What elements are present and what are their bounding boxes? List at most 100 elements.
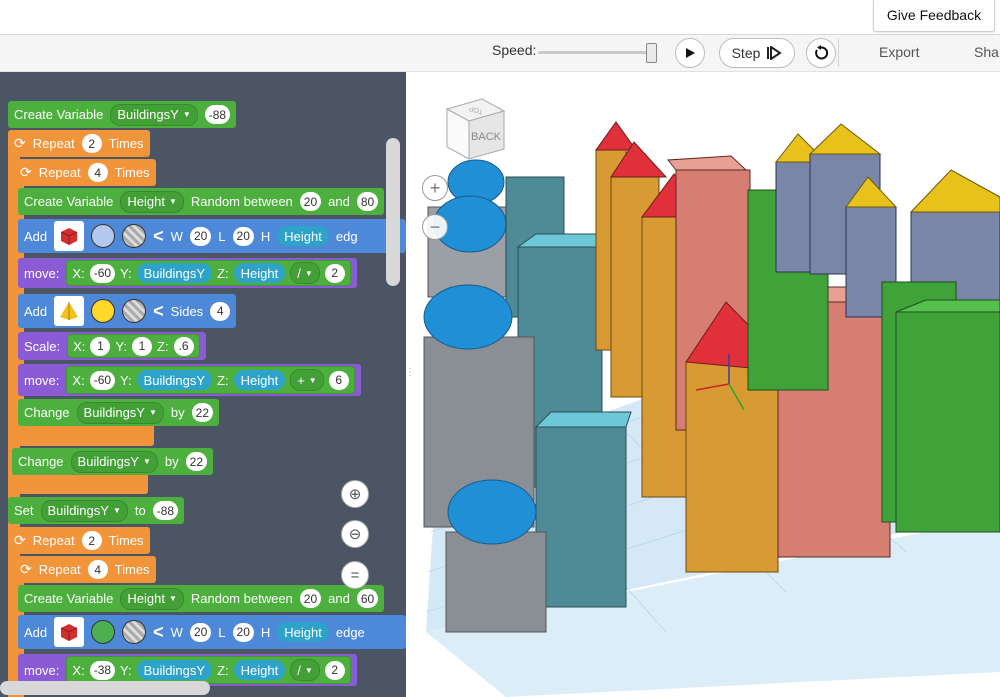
step-button[interactable]: Step [719, 38, 795, 68]
min-input[interactable]: 20 [299, 192, 322, 211]
axis-label: Z: [217, 372, 229, 388]
add-shape-block[interactable]: Add < W 20 L 20 H Height edg [18, 219, 406, 253]
shape-picker[interactable] [54, 296, 85, 326]
y-input[interactable]: 1 [132, 336, 153, 356]
panel-splitter[interactable]: ⋮ [405, 368, 415, 400]
view-cube[interactable]: BACK TOP [442, 97, 512, 167]
play-icon [686, 48, 695, 58]
width-input[interactable]: 20 [189, 226, 212, 246]
add-shape-block[interactable]: Add < W 20 L 20 H Height edge [18, 615, 406, 649]
hole-toggle[interactable] [122, 299, 147, 323]
repeat-block[interactable]: ⟳ Repeat 2 Times [8, 130, 150, 157]
variable-dropdown[interactable]: BuildingsY ▼ [76, 401, 164, 424]
value-input[interactable]: 22 [185, 452, 207, 471]
variable-dropdown[interactable]: BuildingsY ▼ [110, 103, 198, 126]
count-input[interactable]: 2 [81, 531, 102, 550]
horizontal-scrollbar[interactable] [0, 681, 210, 695]
min-input[interactable]: 20 [299, 589, 322, 608]
export-button[interactable]: Export [879, 44, 919, 60]
reset-button[interactable] [806, 38, 836, 68]
3d-viewport[interactable]: BACK TOP + − [406, 72, 1000, 697]
share-button[interactable]: Sha [974, 44, 999, 60]
operand-input[interactable]: 6 [328, 370, 349, 390]
z-variable[interactable]: Height [233, 370, 286, 390]
height-variable[interactable]: Height [277, 226, 329, 246]
color-picker[interactable] [91, 224, 116, 248]
speed-slider-track[interactable] [538, 51, 654, 54]
x-input[interactable]: -60 [89, 263, 116, 283]
value-input[interactable]: -88 [152, 501, 179, 520]
create-variable-block[interactable]: Create Variable Height ▼ Random between 2… [18, 585, 385, 612]
color-picker[interactable] [91, 299, 116, 323]
play-button[interactable] [675, 38, 705, 68]
block-label: Repeat [38, 165, 81, 180]
y-variable[interactable]: BuildingsY [136, 660, 213, 680]
value-input[interactable]: 22 [191, 403, 213, 422]
sides-input[interactable]: 4 [210, 301, 231, 321]
code-blocks-workspace[interactable]: Create Variable BuildingsY ▼ -88 ⟳ Repeat… [0, 72, 406, 697]
block-label: Sides [170, 303, 204, 319]
hole-toggle[interactable] [122, 620, 147, 644]
length-input[interactable]: 20 [232, 226, 254, 246]
scale-block[interactable]: Scale: X: 1 Y: 1 Z: .6 [18, 332, 206, 360]
length-input[interactable]: 20 [232, 622, 254, 642]
operator-dropdown[interactable]: + ▼ [290, 369, 324, 391]
y-variable[interactable]: BuildingsY [136, 370, 213, 390]
variable-dropdown[interactable]: BuildingsY ▼ [40, 499, 128, 522]
y-variable[interactable]: BuildingsY [136, 263, 213, 283]
shape-picker[interactable] [54, 617, 85, 647]
operand-input[interactable]: 2 [324, 263, 345, 283]
operator-dropdown[interactable]: / ▼ [290, 659, 320, 681]
count-input[interactable]: 2 [81, 134, 102, 153]
add-shape-block[interactable]: Add < Sides 4 [18, 294, 237, 328]
move-block[interactable]: move: X: -60 Y: BuildingsY Z: Height / ▼ … [18, 258, 357, 288]
create-variable-block[interactable]: Create Variable Height ▼ Random between 2… [18, 188, 385, 215]
repeat-block[interactable]: ⟳ Repeat 4 Times [14, 159, 156, 186]
x-input[interactable]: -60 [89, 370, 116, 390]
count-input[interactable]: 4 [87, 163, 108, 182]
chevron-left-icon[interactable]: < [153, 301, 164, 322]
chevron-left-icon[interactable]: < [153, 226, 164, 247]
z-variable[interactable]: Height [233, 660, 286, 680]
max-input[interactable]: 60 [356, 589, 379, 608]
z-input[interactable]: .6 [173, 336, 194, 356]
shape-picker[interactable] [54, 221, 85, 251]
speed-slider-handle[interactable] [646, 43, 657, 63]
zoom-reset-button[interactable]: = [341, 561, 369, 589]
x-input[interactable]: -38 [89, 660, 116, 680]
height-variable[interactable]: Height [277, 622, 329, 642]
color-picker[interactable] [91, 620, 116, 644]
variable-dropdown[interactable]: Height ▼ [120, 587, 184, 610]
step-label: Step [731, 45, 761, 61]
variable-dropdown[interactable]: Height ▼ [120, 190, 184, 213]
zoom-out-button[interactable]: ⊖ [341, 520, 369, 548]
repeat-block[interactable]: ⟳ Repeat 2 Times [8, 527, 150, 554]
create-variable-block[interactable]: Create Variable BuildingsY ▼ -88 [8, 101, 237, 128]
chevron-left-icon[interactable]: < [153, 622, 164, 643]
equals-icon: = [350, 566, 360, 584]
axis-label: X: [72, 265, 85, 281]
view-zoom-in-button[interactable]: + [422, 175, 448, 201]
variable-dropdown[interactable]: BuildingsY ▼ [70, 450, 158, 473]
change-variable-block[interactable]: Change BuildingsY ▼ by 22 [18, 399, 219, 426]
count-input[interactable]: 4 [87, 560, 108, 579]
zoom-in-button[interactable]: ⊕ [341, 480, 369, 508]
operator-dropdown[interactable]: / ▼ [290, 262, 320, 284]
operand-input[interactable]: 2 [324, 660, 345, 680]
vertical-scrollbar[interactable] [386, 138, 400, 286]
set-variable-block[interactable]: Set BuildingsY ▼ to -88 [8, 497, 185, 524]
view-zoom-out-button[interactable]: − [422, 214, 448, 240]
repeat-block[interactable]: ⟳ Repeat 4 Times [14, 556, 156, 583]
change-variable-block[interactable]: Change BuildingsY ▼ by 22 [12, 448, 213, 475]
block-label: W [170, 228, 183, 244]
value-input[interactable]: -88 [204, 105, 231, 124]
width-input[interactable]: 20 [189, 622, 212, 642]
hole-toggle[interactable] [122, 224, 147, 248]
move-block[interactable]: move: X: -60 Y: BuildingsY Z: Height + ▼ … [18, 364, 361, 396]
x-input[interactable]: 1 [90, 336, 111, 356]
z-variable[interactable]: Height [233, 263, 286, 283]
give-feedback-button[interactable]: Give Feedback [873, 0, 995, 32]
move-args: X: -60 Y: BuildingsY Z: Height / ▼ 2 [66, 260, 351, 286]
max-input[interactable]: 80 [356, 192, 379, 211]
simulation-toolbar: Speed: Step Export Sha [0, 35, 1000, 72]
